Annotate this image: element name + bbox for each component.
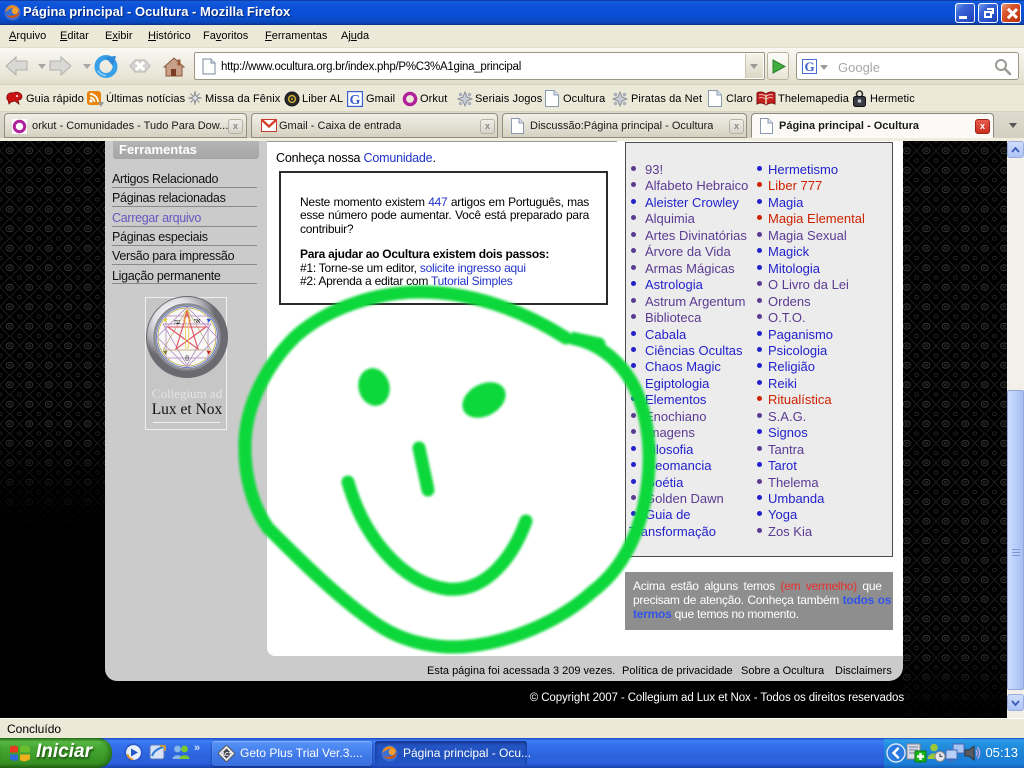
svg-text:G: G bbox=[804, 59, 814, 74]
svg-text:G: G bbox=[350, 93, 361, 107]
svg-text:ACT: ACT bbox=[221, 752, 231, 758]
